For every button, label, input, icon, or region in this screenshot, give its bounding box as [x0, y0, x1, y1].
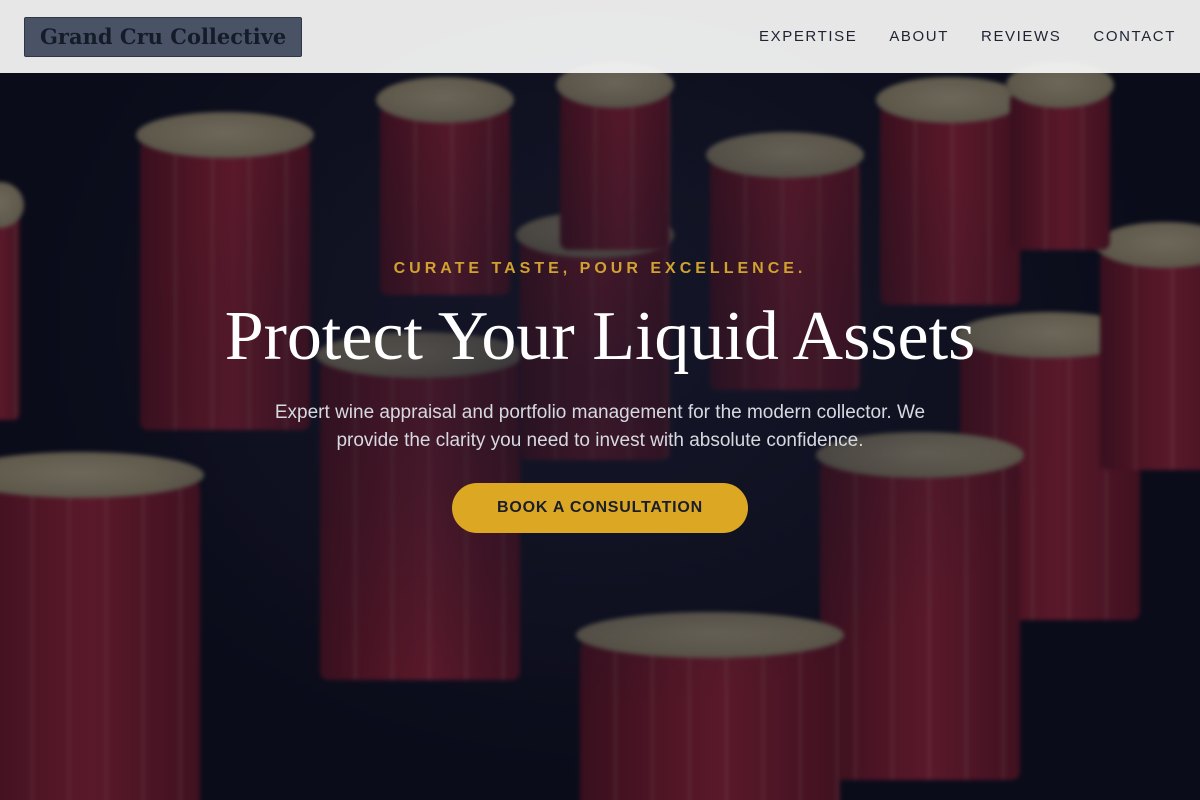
hero-eyebrow: CURATE TASTE, POUR EXCELLENCE. [393, 260, 807, 277]
page: Grand Cru Collective EXPERTISE ABOUT REV… [0, 0, 1200, 800]
hero-subtext: Expert wine appraisal and portfolio mana… [274, 402, 926, 451]
site-logo[interactable]: Grand Cru Collective [24, 16, 303, 57]
nav-link-expertise[interactable]: EXPERTISE [759, 28, 857, 45]
nav-link-reviews[interactable]: REVIEWS [981, 28, 1061, 45]
nav-link-about[interactable]: ABOUT [889, 28, 949, 45]
hero-section: CURATE TASTE, POUR EXCELLENCE. Protect Y… [0, 255, 1200, 533]
hero-headline: Protect Your Liquid Assets [224, 298, 976, 375]
book-consultation-button[interactable]: BOOK A CONSULTATION [452, 483, 748, 533]
site-header: Grand Cru Collective EXPERTISE ABOUT REV… [0, 0, 1200, 73]
main-nav: EXPERTISE ABOUT REVIEWS CONTACT [759, 28, 1176, 45]
nav-link-contact[interactable]: CONTACT [1093, 28, 1176, 45]
